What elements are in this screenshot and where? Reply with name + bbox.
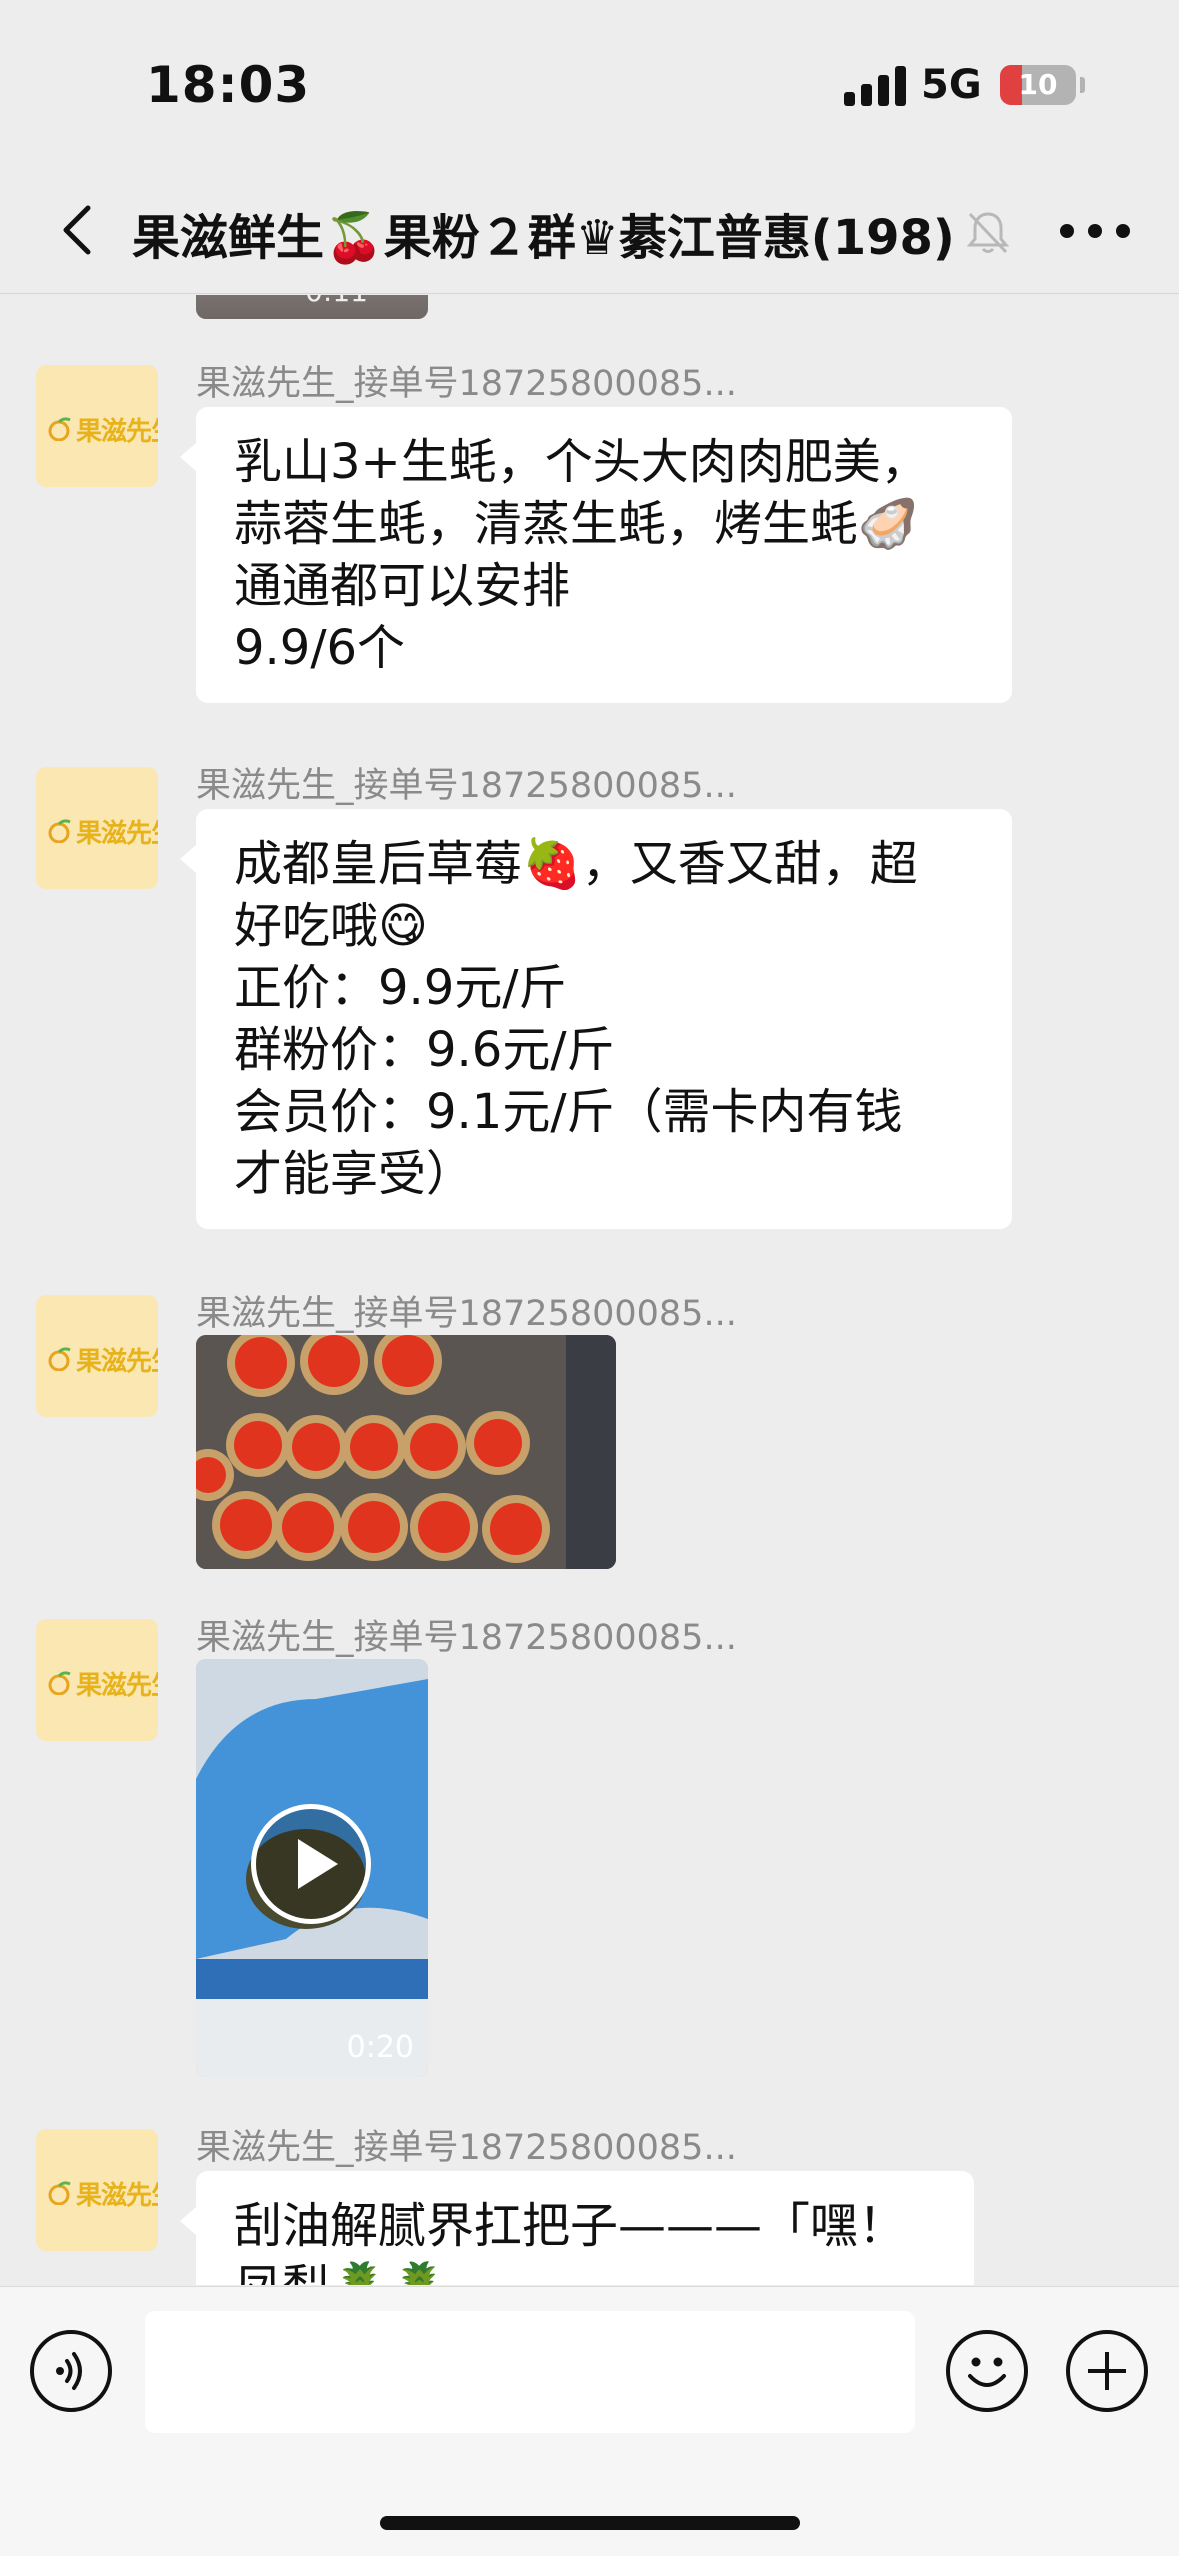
avatar-brand: 果滋先生 [76,417,158,447]
sender-name: 果滋先生_接单号18725800085... [196,364,737,404]
message-line: 刮油解腻界扛把子———「嘿！ [234,2198,907,2254]
message-line: 凤梨🍍🍍 [234,2257,936,2285]
signal-icon [844,66,906,106]
avatar[interactable]: 果滋先生 [36,1295,158,1417]
battery-tip [1080,77,1085,93]
message-bubble[interactable]: 刮油解腻界扛把子———「嘿！ 凤梨🍍🍍 [180,2171,974,2285]
message-line: 好吃哦😋 [234,898,429,954]
network-type: 5G [921,62,982,108]
add-more-icon[interactable] [1066,2330,1148,2412]
emoji-icon[interactable] [946,2330,1028,2412]
voice-waves [56,2352,82,2390]
smile-face [968,2357,1006,2387]
avatar[interactable]: 果滋先生 [36,365,158,487]
chat-title: 果滋鲜生🍒果粉２群♛綦江普惠(198) [132,210,955,266]
battery-level: 10 [1018,68,1058,101]
avatar-brand: 果滋先生 [76,819,158,849]
sender-name: 果滋先生_接单号18725800085... [196,766,737,806]
message-bubble[interactable]: 乳山3+生蚝，个头大肉肉肥美， 蒜蓉生蚝，清蒸生蚝，烤生蚝🦪 通通都可以安排 9… [180,407,1012,703]
play-icon[interactable] [251,1804,371,1924]
avatar[interactable]: 果滋先生 [36,2129,158,2251]
back-arrow-icon[interactable] [50,200,110,260]
message-line: 蒜蓉生蚝，清蒸生蚝，烤生蚝🦪 [234,496,918,552]
home-indicator[interactable] [380,2516,800,2530]
message-line: 9.9/6个 [234,620,406,676]
message-line: 乳山3+生蚝，个头大肉肉肥美， [234,434,929,490]
status-time: 18:03 [146,56,311,114]
video-message[interactable]: 0:20 [196,1659,428,2077]
video-duration: 0:11 [305,295,368,308]
message-line: 群粉价：9.6元/斤 [234,1022,615,1078]
chat-header: 果滋鲜生🍒果粉２群♛綦江普惠(198) [0,170,1179,294]
status-bar: 18:03 5G 10 [0,0,1179,170]
avatar-brand: 果滋先生 [76,1671,158,1701]
logo-icon [48,819,71,843]
battery-icon: 10 [1000,65,1076,105]
logo-icon [48,1347,71,1371]
voice-input-icon[interactable] [30,2330,112,2412]
sender-name: 果滋先生_接单号18725800085... [196,2128,737,2168]
message-line: 正价：9.9元/斤 [234,960,567,1016]
message-line: 才能享受） [234,1146,475,1202]
strawberries-photo[interactable] [196,1335,616,1569]
logo-icon [48,1671,71,1695]
previous-video-thumbnail[interactable]: 0:11 [196,295,428,319]
logo-icon [48,2181,71,2205]
sender-name: 果滋先生_接单号18725800085... [196,1618,737,1658]
avatar[interactable]: 果滋先生 [36,1619,158,1741]
video-duration: 0:20 [346,2030,414,2065]
avatar[interactable]: 果滋先生 [36,767,158,889]
message-line: 通通都可以安排 [234,558,571,614]
mute-bell-icon [966,212,1010,254]
avatar-brand: 果滋先生 [76,1347,158,1377]
strawberries-image [196,1335,616,1569]
message-list[interactable]: 0:11 果滋先生 果滋先生_接单号18725800085... 乳山3+生蚝，… [0,295,1179,2285]
message-line: 成都皇后草莓🍓，又香又甜，超 [234,836,918,892]
message-bubble[interactable]: 成都皇后草莓🍓，又香又甜，超 好吃哦😋 正价：9.9元/斤 群粉价：9.6元/斤… [180,809,1012,1229]
message-input[interactable] [145,2311,915,2433]
avatar-brand: 果滋先生 [76,2181,158,2211]
more-options-icon[interactable] [1060,220,1130,244]
sender-name: 果滋先生_接单号18725800085... [196,1294,737,1334]
logo-icon [48,417,71,441]
message-line: 会员价：9.1元/斤（需卡内有钱 [234,1084,903,1140]
